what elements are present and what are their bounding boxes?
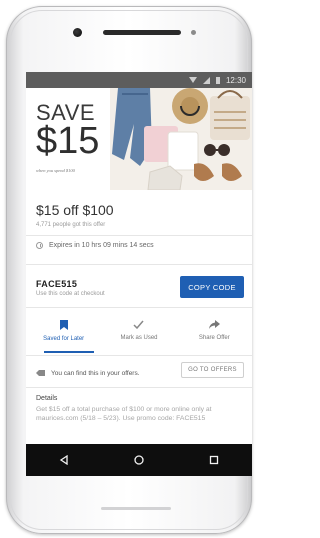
android-navigation-bar — [26, 444, 252, 476]
promo-price: $15 — [36, 120, 100, 162]
expiration-row: Expires in 10 hrs 09 mins 14 secs — [36, 242, 154, 249]
offer-title: $15 off $100 — [36, 202, 114, 218]
proximity-sensor — [191, 30, 196, 35]
saved-for-later-button[interactable]: Saved for Later — [26, 314, 101, 354]
divider — [26, 235, 252, 236]
expiration-text: Expires in 10 hrs 09 mins 14 secs — [49, 242, 154, 249]
copy-code-button[interactable]: COPY CODE — [180, 276, 244, 298]
divider — [26, 264, 252, 265]
go-to-offers-button[interactable]: GO TO OFFERS — [181, 362, 244, 378]
divider — [26, 387, 252, 388]
mark-as-used-button[interactable]: Mark as Used — [101, 314, 176, 354]
details-title: Details — [36, 395, 58, 402]
front-camera — [73, 28, 82, 37]
recents-button[interactable] — [199, 450, 229, 470]
share-icon — [208, 320, 220, 329]
details-body: Get $15 off a total purchase of $100 or … — [36, 406, 212, 422]
back-button[interactable] — [49, 450, 79, 470]
divider — [26, 355, 252, 356]
promo-caption: when you spend $100 — [36, 168, 75, 173]
phone-frame: 12:30 SAVE $15 when you spend $100 $15 o… — [6, 6, 252, 534]
home-button[interactable] — [124, 450, 154, 470]
offer-count: 4,771 people got this offer — [36, 222, 106, 228]
sunglasses-image — [204, 144, 216, 156]
clock-icon — [36, 242, 43, 249]
share-offer-label: Share Offer — [198, 335, 230, 341]
promo-code: FACE515 — [36, 279, 78, 289]
offers-icon — [36, 369, 45, 376]
status-time: 12:30 — [225, 75, 246, 85]
mark-as-used-label: Mark as Used — [120, 335, 158, 341]
divider — [26, 307, 252, 308]
bottom-speaker — [101, 507, 171, 510]
status-bar: 12:30 — [26, 72, 252, 88]
offer-actions: Saved for Later Mark as Used Share Offer — [26, 314, 252, 354]
bookmark-icon — [59, 320, 68, 330]
bag-image — [210, 96, 250, 140]
offer-hero-image: SAVE $15 when you spend $100 — [26, 88, 252, 190]
signal-icon — [202, 76, 210, 84]
back-icon — [59, 455, 68, 465]
earpiece-speaker — [103, 30, 181, 35]
saved-for-later-label: Saved for Later — [43, 336, 85, 342]
checkmark-icon — [133, 320, 145, 329]
promo-code-hint: Use this code at checkout — [36, 291, 105, 297]
battery-icon — [215, 76, 220, 84]
active-tab-underline — [44, 351, 94, 353]
share-offer-button[interactable]: Share Offer — [177, 314, 252, 354]
screen: 12:30 SAVE $15 when you spend $100 $15 o… — [26, 72, 252, 476]
find-in-offers-text: You can find this in your offers. — [51, 369, 140, 377]
home-icon — [134, 455, 144, 465]
wifi-icon — [188, 77, 197, 83]
products-collage — [110, 88, 252, 190]
recents-icon — [210, 455, 219, 465]
promo-text-block: SAVE $15 when you spend $100 — [26, 88, 116, 190]
